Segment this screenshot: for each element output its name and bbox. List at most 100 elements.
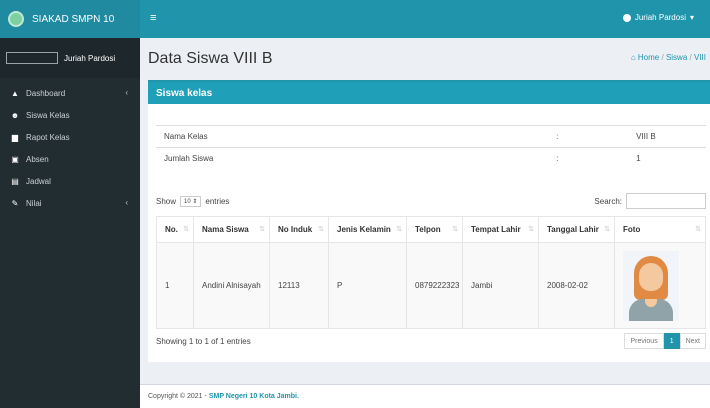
cell-tanggal-lahir: 2008-02-02 — [538, 242, 615, 329]
sort-icon: ⇅ — [695, 226, 701, 233]
info-value: 1 — [628, 147, 706, 170]
datatable-controls: Show 10 ⇕ entries Search: — [156, 193, 706, 209]
sidebar-user-name: Juriah Pardosi — [64, 53, 116, 63]
sidebar-item-nilai[interactable]: ✎ Nilai ‹ — [0, 192, 140, 214]
page-title: Data Siswa VIII B — [148, 50, 273, 67]
sidebar-item-absen[interactable]: ▣ Absen — [0, 148, 140, 170]
hamburger-icon[interactable]: ≡ — [150, 12, 156, 24]
sidebar-item-label: Dashboard — [26, 88, 66, 98]
sort-icon: ⇅ — [528, 226, 534, 233]
info-colon: : — [548, 125, 629, 148]
info-label: Jumlah Siswa — [156, 147, 319, 170]
sidebar-item-jadwal[interactable]: ▤ Jadwal — [0, 170, 140, 192]
chevron-left-icon: ‹ — [125, 88, 128, 97]
sidebar-item-rapot-kelas[interactable]: ▆ Rapot Kelas — [0, 126, 140, 148]
info-filler — [318, 147, 549, 170]
cell-nama: Andini Alnisayah — [193, 242, 270, 329]
cell-telpon: 0879222323 — [406, 242, 463, 329]
content-header: Data Siswa VIII B ⌂ Home / Siswa / VIII — [140, 38, 710, 80]
column-header-jenis-kelamin[interactable]: Jenis Kelamin ⇅ — [328, 216, 407, 243]
sidebar-item-label: Rapot Kelas — [26, 132, 70, 142]
users-icon: ☻ — [10, 110, 20, 120]
school-link[interactable]: SMP Negeri 10 Kota Jambi. — [209, 393, 299, 400]
sidebar-item-dashboard[interactable]: ▲ Dashboard ‹ — [0, 82, 140, 104]
user-icon — [622, 13, 631, 22]
app-logo[interactable]: SIAKAD SMPN 10 — [0, 0, 140, 38]
page-1-button[interactable]: 1 — [663, 333, 680, 349]
photo-collar — [645, 298, 657, 307]
datatable-footer: Showing 1 to 1 of 1 entries Previous 1 N… — [156, 332, 706, 350]
cell-foto — [614, 242, 706, 329]
column-header-tempat-lahir[interactable]: Tempat Lahir ⇅ — [462, 216, 539, 243]
avatar — [6, 52, 58, 64]
cell-no: 1 — [156, 242, 194, 329]
box-title: Siswa kelas — [148, 82, 710, 104]
sidebar-item-label: Jadwal — [26, 176, 51, 186]
edit-icon: ✎ — [11, 198, 19, 208]
app-title: SIAKAD SMPN 10 — [32, 13, 115, 25]
column-header-telpon[interactable]: Telpon ⇅ — [406, 216, 463, 243]
breadcrumb-current: VIII — [693, 53, 706, 62]
cell-jenis-kelamin: P — [328, 242, 407, 329]
class-info-table: Nama Kelas : VIII B Jumlah Siswa : 1 — [156, 125, 706, 170]
breadcrumb: ⌂ Home / Siswa / VIII — [631, 53, 706, 62]
logo-icon — [8, 11, 24, 27]
sort-icon: ⇅ — [183, 226, 189, 233]
info-label: Nama Kelas — [156, 125, 319, 148]
caret-down-icon: ▾ — [689, 13, 694, 22]
book-icon: ▆ — [11, 132, 19, 142]
chevron-left-icon: ‹ — [125, 198, 128, 207]
entries-label: entries — [205, 196, 230, 206]
breadcrumb-separator: / — [661, 53, 664, 62]
page-footer: Copyright © 2021 - SMP Negeri 10 Kota Ja… — [140, 384, 710, 408]
students-table: No. ⇅ Nama Siswa ⇅ No Induk ⇅ Jenis Kelamin… — [156, 216, 706, 329]
top-navbar: ≡ Juriah Pardosi ▾ — [140, 0, 710, 38]
search-input[interactable] — [626, 193, 706, 209]
info-value: VIII B — [628, 125, 706, 148]
user-menu-name: Juriah Pardosi — [634, 13, 686, 22]
copyright-text: Copyright © 2021 - — [148, 393, 209, 400]
cell-induk: 12113 — [269, 242, 329, 329]
next-button[interactable]: Next — [679, 333, 706, 349]
column-header-induk[interactable]: No Induk ⇅ — [269, 216, 329, 243]
pagination: Previous 1 Next — [624, 333, 706, 349]
student-photo — [623, 250, 679, 321]
entries-length-value: 10 — [184, 198, 191, 205]
table-header-row: No. ⇅ Nama Siswa ⇅ No Induk ⇅ Jenis Kelamin… — [156, 216, 706, 243]
sidebar: Juriah Pardosi ▲ Dashboard ‹ ☻ Siswa Kel… — [0, 38, 140, 408]
breadcrumb-siswa[interactable]: Siswa — [666, 53, 687, 62]
user-menu[interactable]: Juriah Pardosi ▾ — [622, 13, 694, 22]
photo-face — [639, 262, 663, 291]
sidebar-item-label: Siswa Kelas — [26, 110, 70, 120]
info-row: Nama Kelas : VIII B — [156, 125, 706, 148]
show-label: Show — [156, 196, 177, 206]
search-label: Search: — [594, 196, 622, 206]
column-header-foto[interactable]: Foto ⇅ — [614, 216, 706, 243]
sidebar-item-siswa-kelas[interactable]: ☻ Siswa Kelas — [0, 104, 140, 126]
sort-icon: ⇅ — [396, 226, 402, 233]
breadcrumb-home[interactable]: Home — [638, 53, 659, 62]
sidebar-item-label: Absen — [26, 154, 49, 164]
breadcrumb-separator: / — [689, 53, 692, 62]
column-header-tanggal-lahir[interactable]: Tanggal Lahir ⇅ — [538, 216, 615, 243]
sort-icon: ⇅ — [318, 226, 324, 233]
sidebar-item-label: Nilai — [26, 198, 42, 208]
sort-icon: ⇅ — [604, 226, 610, 233]
previous-button[interactable]: Previous — [624, 333, 664, 349]
entries-length-select[interactable]: 10 ⇕ — [180, 195, 202, 207]
sort-icon: ⇅ — [259, 226, 265, 233]
column-header-no[interactable]: No. ⇅ — [156, 216, 194, 243]
column-header-nama[interactable]: Nama Siswa ⇅ — [193, 216, 270, 243]
sort-icon: ⇅ — [452, 226, 458, 233]
schedule-icon: ▤ — [11, 176, 19, 186]
info-row: Jumlah Siswa : 1 — [156, 147, 706, 170]
dashboard-icon: ▲ — [11, 88, 19, 98]
info-colon: : — [548, 147, 629, 170]
calendar-icon: ▣ — [11, 154, 19, 164]
table-row: 1 Andini Alnisayah 12113 P 0879222323 Ja… — [156, 242, 706, 329]
siswa-kelas-box: Siswa kelas Nama Kelas : VIII B Jumlah S… — [148, 80, 710, 362]
user-panel: Juriah Pardosi — [0, 38, 140, 78]
home-icon: ⌂ — [630, 53, 638, 62]
entries-info: Showing 1 to 1 of 1 entries — [156, 336, 251, 346]
cell-tempat-lahir: Jambi — [462, 242, 539, 329]
